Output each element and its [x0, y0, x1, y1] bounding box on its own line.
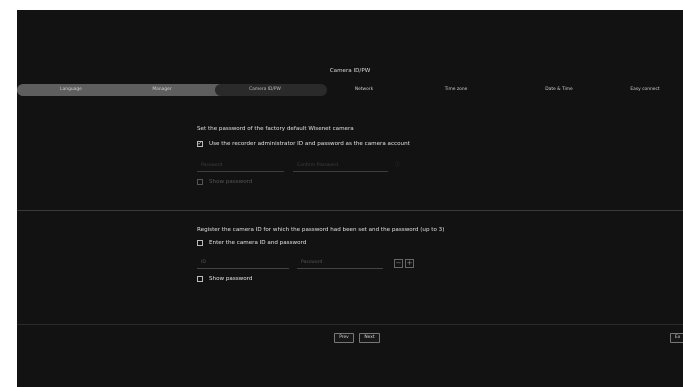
camera-show-password-row[interactable]: Show password: [197, 276, 252, 282]
add-camera-button[interactable]: +: [405, 259, 414, 268]
next-button[interactable]: Next: [359, 333, 380, 343]
checkmark-icon: ✓: [197, 140, 203, 147]
setup-wizard-screen: Camera ID/PW Language Manager Camera ID/…: [17, 10, 683, 387]
enter-camera-id-label: Enter the camera ID and password: [209, 240, 307, 246]
camera-show-password-checkbox[interactable]: [197, 276, 203, 282]
enter-camera-id-row[interactable]: Enter the camera ID and password: [197, 240, 306, 246]
factory-show-password-checkbox[interactable]: [197, 179, 203, 185]
step-easy-connect[interactable]: Easy connect: [612, 84, 678, 96]
factory-show-password-row[interactable]: Show password: [197, 179, 252, 185]
use-recorder-account-label: Use the recorder administrator ID and pa…: [209, 141, 410, 147]
factory-password-section-title: Set the password of the factory default …: [197, 126, 354, 132]
step-network[interactable]: Network: [331, 84, 397, 96]
camera-password-field[interactable]: Password: [297, 258, 383, 269]
section-divider: [17, 210, 683, 211]
enter-camera-id-checkbox[interactable]: [197, 240, 203, 246]
page-title: Camera ID/PW: [329, 68, 371, 74]
step-language[interactable]: Language: [39, 84, 103, 96]
factory-confirm-password-field[interactable]: Confirm Password: [293, 161, 388, 172]
footer-divider: [17, 324, 683, 325]
register-camera-section-title: Register the camera ID for which the pas…: [197, 227, 445, 233]
use-recorder-account-checkbox[interactable]: ✓: [197, 141, 203, 147]
password-info-icon: ⓘ: [394, 162, 400, 168]
step-date-time[interactable]: Date & Time: [526, 84, 592, 96]
step-manager[interactable]: Manager: [130, 84, 194, 96]
step-camera-id-pw[interactable]: Camera ID/PW: [229, 84, 301, 96]
factory-show-password-label: Show password: [209, 179, 253, 185]
factory-password-field[interactable]: Password: [197, 161, 284, 172]
step-time-zone[interactable]: Time zone: [423, 84, 489, 96]
remove-camera-button[interactable]: −: [394, 259, 403, 268]
prev-button[interactable]: Prev: [334, 333, 354, 343]
use-recorder-account-row[interactable]: ✓ Use the recorder administrator ID and …: [197, 141, 410, 147]
step-progress-bar: Language Manager Camera ID/PW Network Ti…: [17, 84, 683, 96]
camera-id-field[interactable]: ID: [197, 258, 289, 269]
exit-button[interactable]: Ex: [670, 333, 683, 343]
camera-show-password-label: Show password: [209, 276, 253, 282]
